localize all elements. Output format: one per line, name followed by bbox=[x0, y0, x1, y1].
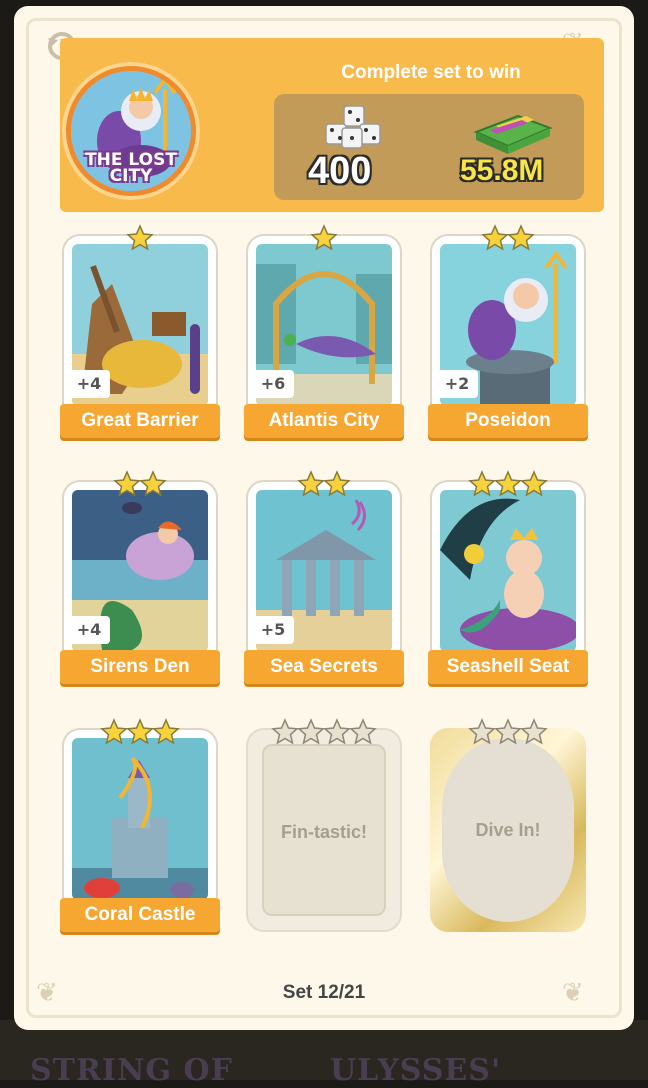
star-empty-icon bbox=[468, 718, 496, 745]
card-frame: +2 Poseidon bbox=[428, 234, 588, 438]
card-name-label: Atlantis City bbox=[244, 404, 404, 438]
card-great-barrier[interactable]: +4 Great Barrier bbox=[60, 224, 220, 438]
star-icon bbox=[100, 718, 128, 745]
card-dive-in-locked[interactable]: Dive In! bbox=[430, 718, 586, 932]
card-art bbox=[440, 490, 576, 652]
star-rating bbox=[62, 224, 218, 252]
dice-icon bbox=[325, 105, 381, 149]
card-frame: +4 Great Barrier bbox=[60, 234, 220, 438]
set-progress-label: Set 12/21 bbox=[282, 982, 366, 1003]
star-icon bbox=[494, 470, 522, 497]
card-frame: Seashell Seat bbox=[428, 480, 588, 684]
star-rating bbox=[246, 470, 402, 498]
star-icon bbox=[297, 470, 325, 497]
card-frame: Coral Castle bbox=[60, 728, 220, 932]
duplicate-count-badge: +4 bbox=[68, 370, 110, 398]
card-poseidon[interactable]: +2 Poseidon bbox=[428, 224, 588, 438]
star-icon bbox=[126, 718, 154, 745]
card-frame: +6 Atlantis City bbox=[244, 234, 404, 438]
card-atlantis-city[interactable]: +6 Atlantis City bbox=[244, 224, 404, 438]
complete-set-text: Complete set to win bbox=[341, 62, 521, 83]
duplicate-count-badge: +6 bbox=[252, 370, 294, 398]
star-empty-icon bbox=[323, 718, 351, 745]
locked-card-frame: Fin-tastic! bbox=[246, 728, 402, 932]
card-seashell-seat[interactable]: Seashell Seat bbox=[428, 470, 588, 684]
star-empty-icon bbox=[349, 718, 377, 745]
card-frame: +5 Sea Secrets bbox=[244, 480, 404, 684]
locked-card-name: Fin-tastic! bbox=[280, 822, 367, 842]
background-set-title: STRING OF bbox=[30, 1053, 233, 1088]
star-rating bbox=[430, 470, 586, 498]
star-rating bbox=[430, 718, 586, 746]
set-badge: THE LOST CITY bbox=[62, 62, 200, 200]
card-coral-castle[interactable]: Coral Castle bbox=[60, 718, 220, 932]
locked-card-name: Dive In! bbox=[475, 820, 541, 840]
album-panel: ❦ ❦ ❦ THE LOST CITY Complete set to win bbox=[14, 6, 634, 1030]
card-name-label: Sirens Den bbox=[60, 650, 220, 684]
star-icon bbox=[507, 224, 535, 251]
card-name-label: Great Barrier bbox=[60, 404, 220, 438]
star-rating bbox=[246, 718, 402, 746]
dice-reward-value: 400 bbox=[308, 150, 372, 192]
star-icon bbox=[113, 470, 141, 497]
background-set-title: ULYSSES' bbox=[330, 1053, 502, 1088]
star-empty-icon bbox=[271, 718, 299, 745]
reward-box: 400 55.8M bbox=[274, 94, 584, 200]
star-icon bbox=[126, 224, 154, 251]
star-icon bbox=[310, 224, 338, 251]
gold-card-frame: Dive In! bbox=[430, 728, 586, 932]
card-frame: +4 Sirens Den bbox=[60, 480, 220, 684]
star-rating bbox=[62, 470, 218, 498]
card-name-label: Sea Secrets bbox=[244, 650, 404, 684]
card-art bbox=[72, 738, 208, 900]
star-rating bbox=[430, 224, 586, 252]
star-rating bbox=[246, 224, 402, 252]
duplicate-count-badge: +4 bbox=[68, 616, 110, 644]
star-icon bbox=[468, 470, 496, 497]
star-rating bbox=[62, 718, 218, 746]
card-name-label: Coral Castle bbox=[60, 898, 220, 932]
card-name-label: Seashell Seat bbox=[428, 650, 588, 684]
star-icon bbox=[520, 470, 548, 497]
cash-reward-value: 55.8M bbox=[460, 154, 544, 187]
star-icon bbox=[481, 224, 509, 251]
card-sirens-den[interactable]: +4 Sirens Den bbox=[60, 470, 220, 684]
star-icon bbox=[323, 470, 351, 497]
album-name: THE LOST CITY bbox=[85, 150, 177, 186]
star-icon bbox=[152, 718, 180, 745]
duplicate-count-badge: +5 bbox=[252, 616, 294, 644]
card-fin-tastic-locked[interactable]: Fin-tastic! bbox=[246, 718, 402, 932]
cash-stack-icon bbox=[473, 114, 553, 154]
star-empty-icon bbox=[297, 718, 325, 745]
star-empty-icon bbox=[520, 718, 548, 745]
star-icon bbox=[139, 470, 167, 497]
duplicate-count-badge: +2 bbox=[436, 370, 478, 398]
card-sea-secrets[interactable]: +5 Sea Secrets bbox=[244, 470, 404, 684]
star-empty-icon bbox=[494, 718, 522, 745]
card-name-label: Poseidon bbox=[428, 404, 588, 438]
